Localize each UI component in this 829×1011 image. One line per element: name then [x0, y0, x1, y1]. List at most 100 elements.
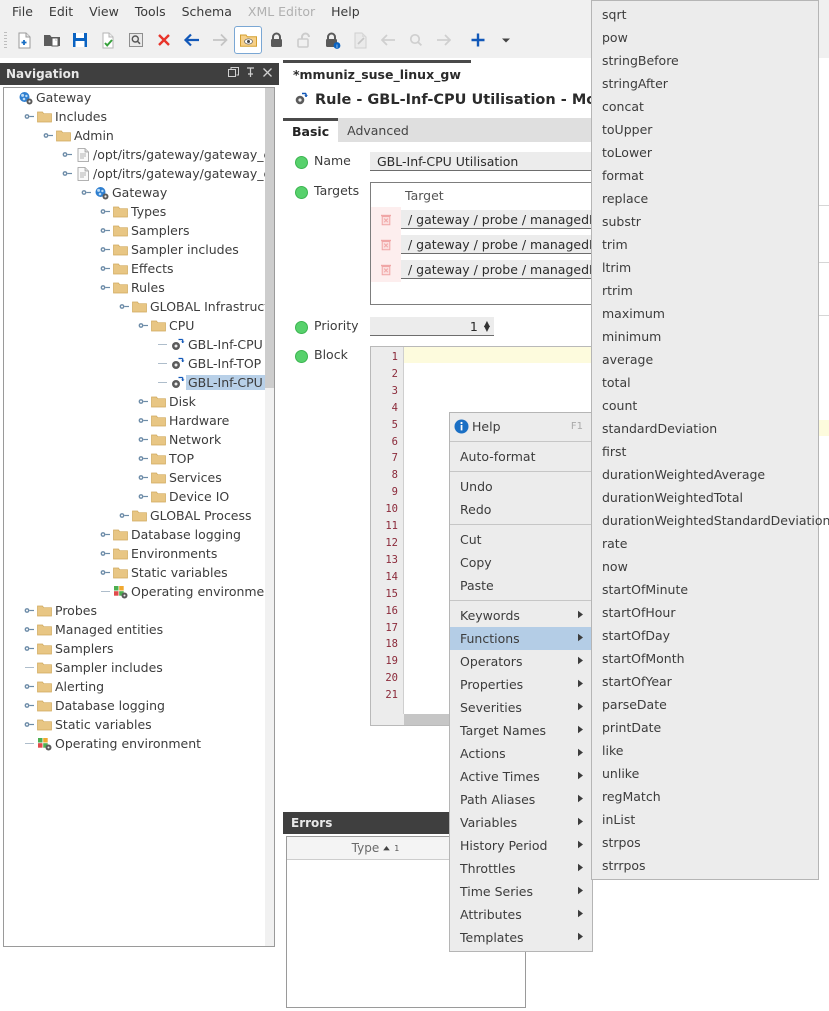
- tree-expander-collapsed-icon[interactable]: [23, 639, 36, 658]
- find-icon[interactable]: [122, 26, 150, 54]
- code-context-menu[interactable]: Help F1 Auto-format Undo Redo Cut Copy Paste Key…: [449, 412, 593, 952]
- menu-item-edit[interactable]: Edit: [41, 2, 81, 21]
- tree-item[interactable]: Static variables: [4, 715, 274, 734]
- delete-target-icon[interactable]: [371, 257, 401, 282]
- function-item-parsedate[interactable]: parseDate: [592, 693, 818, 716]
- context-menu-item-redo[interactable]: Redo: [450, 498, 592, 521]
- function-item-now[interactable]: now: [592, 555, 818, 578]
- delete-target-icon[interactable]: [371, 232, 401, 257]
- tree-item[interactable]: Alerting: [4, 677, 274, 696]
- menu-item-view[interactable]: View: [81, 2, 127, 21]
- tree-item[interactable]: Static variables: [4, 563, 274, 582]
- tree-item[interactable]: Operating environment: [4, 582, 274, 601]
- context-menu-item-copy[interactable]: Copy: [450, 551, 592, 574]
- tree-expander-collapsed-icon[interactable]: [137, 468, 150, 487]
- function-item-standarddeviation[interactable]: standardDeviation: [592, 417, 818, 440]
- tree-expander-collapsed-icon[interactable]: [137, 487, 150, 506]
- tree-item[interactable]: Rules: [4, 278, 274, 297]
- tree-expander-collapsed-icon[interactable]: [99, 221, 112, 240]
- function-item-pow[interactable]: pow: [592, 26, 818, 49]
- validate-file-icon[interactable]: [94, 26, 122, 54]
- function-item-durationweightedstandarddeviation[interactable]: durationWeightedStandardDeviation: [592, 509, 829, 532]
- tree-item[interactable]: Operating environment: [4, 734, 274, 753]
- tree-expander-expanded-icon[interactable]: [61, 145, 74, 164]
- function-item-average[interactable]: average: [592, 348, 818, 371]
- context-menu-item-templates[interactable]: Templates: [450, 926, 592, 949]
- tree-expander-collapsed-icon[interactable]: [118, 506, 131, 525]
- tree-item[interactable]: Gateway: [4, 88, 274, 107]
- context-menu-item-time-series[interactable]: Time Series: [450, 880, 592, 903]
- context-menu-item-help[interactable]: Help F1: [450, 415, 592, 438]
- function-item-unlike[interactable]: unlike: [592, 762, 818, 785]
- menu-item-file[interactable]: File: [4, 2, 41, 21]
- tree-expander-expanded-icon[interactable]: [118, 297, 131, 316]
- context-menu-item-functions[interactable]: Functions: [450, 627, 592, 650]
- tab-basic[interactable]: Basic: [283, 118, 339, 142]
- function-item-durationweightedtotal[interactable]: durationWeightedTotal: [592, 486, 818, 509]
- function-item-rate[interactable]: rate: [592, 532, 818, 555]
- function-item-total[interactable]: total: [592, 371, 818, 394]
- close-icon[interactable]: [262, 67, 273, 81]
- tree-item[interactable]: Disk: [4, 392, 274, 411]
- function-item-count[interactable]: count: [592, 394, 818, 417]
- context-menu-item-active-times[interactable]: Active Times: [450, 765, 592, 788]
- context-menu-item-variables[interactable]: Variables: [450, 811, 592, 834]
- back-arrow-icon[interactable]: [178, 26, 206, 54]
- tree-item[interactable]: Managed entities: [4, 620, 274, 639]
- function-item-startofminute[interactable]: startOfMinute: [592, 578, 818, 601]
- tree-item[interactable]: /opt/itrs/gateway/gateway_config: [4, 145, 274, 164]
- tree-item[interactable]: Samplers: [4, 639, 274, 658]
- context-menu-item-cut[interactable]: Cut: [450, 528, 592, 551]
- tree-item[interactable]: /opt/itrs/gateway/gateway_config: [4, 164, 274, 183]
- tree-item[interactable]: CPU: [4, 316, 274, 335]
- tree-expander-collapsed-icon[interactable]: [23, 601, 36, 620]
- navigation-tree[interactable]: Gateway Includes Admin/opt/itrs/gateway/ga…: [3, 87, 275, 947]
- tree-expander-expanded-icon[interactable]: [99, 278, 112, 297]
- tree-item[interactable]: Gateway: [4, 183, 274, 202]
- tree-item[interactable]: Database logging: [4, 525, 274, 544]
- context-menu-item-auto-format[interactable]: Auto-format: [450, 445, 592, 468]
- tree-item[interactable]: TOP: [4, 449, 274, 468]
- navigation-scrollbar[interactable]: [265, 88, 274, 946]
- lock-closed-icon[interactable]: [262, 26, 290, 54]
- tree-expander-collapsed-icon[interactable]: [23, 620, 36, 639]
- context-menu-item-operators[interactable]: Operators: [450, 650, 592, 673]
- new-file-icon[interactable]: [10, 26, 38, 54]
- tree-expander-expanded-icon[interactable]: [42, 126, 55, 145]
- tree-item[interactable]: Hardware: [4, 411, 274, 430]
- function-item-tolower[interactable]: toLower: [592, 141, 818, 164]
- tree-expander-collapsed-icon[interactable]: [99, 259, 112, 278]
- tree-item[interactable]: Database logging: [4, 696, 274, 715]
- tree-item[interactable]: Sampler includes: [4, 658, 274, 677]
- tree-expander-expanded-icon[interactable]: [80, 183, 93, 202]
- tree-expander-expanded-icon[interactable]: [61, 164, 74, 183]
- function-item-stringbefore[interactable]: stringBefore: [592, 49, 818, 72]
- tree-expander-collapsed-icon[interactable]: [137, 430, 150, 449]
- toolbar-grip[interactable]: [2, 27, 10, 53]
- tree-expander-collapsed-icon[interactable]: [99, 544, 112, 563]
- editor-tab-gateway[interactable]: *mmuniz_suse_linux_gw: [283, 60, 471, 86]
- context-menu-item-severities[interactable]: Severities: [450, 696, 592, 719]
- menu-item-help[interactable]: Help: [323, 2, 368, 21]
- tree-item[interactable]: GBL-Inf-TOP To: [4, 354, 274, 373]
- tree-expander-collapsed-icon[interactable]: [137, 411, 150, 430]
- context-menu-item-history-period[interactable]: History Period: [450, 834, 592, 857]
- function-item-strrpos[interactable]: strrpos: [592, 854, 818, 877]
- scrollbar-thumb[interactable]: [404, 714, 450, 725]
- lock-info-icon[interactable]: i: [318, 26, 346, 54]
- pin-icon[interactable]: [245, 67, 256, 81]
- function-item-startofhour[interactable]: startOfHour: [592, 601, 818, 624]
- menu-item-tools[interactable]: Tools: [127, 2, 174, 21]
- tree-item[interactable]: Services: [4, 468, 274, 487]
- function-item-trim[interactable]: trim: [592, 233, 818, 256]
- tree-item[interactable]: Probes: [4, 601, 274, 620]
- restore-icon[interactable]: [228, 67, 239, 81]
- function-item-toupper[interactable]: toUpper: [592, 118, 818, 141]
- add-icon[interactable]: [464, 26, 492, 54]
- function-item-rtrim[interactable]: rtrim: [592, 279, 818, 302]
- function-item-replace[interactable]: replace: [592, 187, 818, 210]
- tree-item[interactable]: Network: [4, 430, 274, 449]
- tree-item[interactable]: GBL-Inf-CPU Or: [4, 335, 274, 354]
- tree-expander-collapsed-icon[interactable]: [137, 449, 150, 468]
- scrollbar-thumb[interactable]: [265, 88, 274, 388]
